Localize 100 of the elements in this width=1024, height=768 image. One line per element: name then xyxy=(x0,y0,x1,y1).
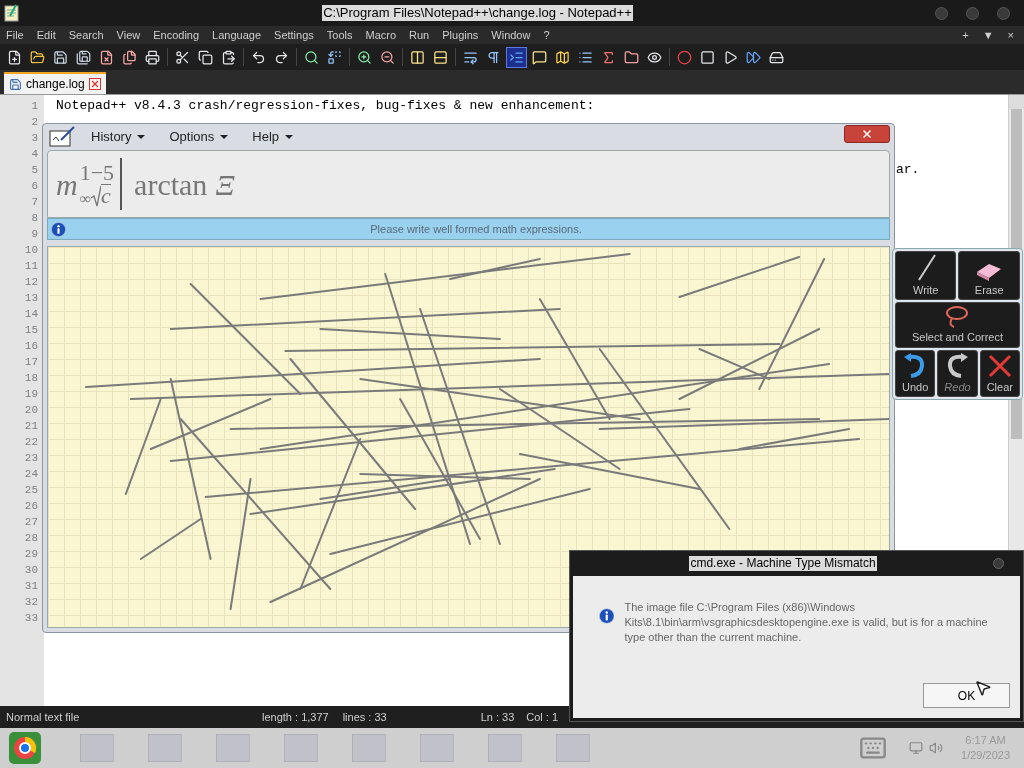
line-number: 15 xyxy=(23,323,39,338)
redo-icon xyxy=(274,49,289,65)
eye-icon xyxy=(647,49,662,65)
close-icon xyxy=(861,128,873,140)
math-variable: m xyxy=(56,166,78,203)
panel-menu[interactable]: History xyxy=(91,127,146,147)
math-superscript: 1−5 xyxy=(79,161,115,184)
files-icon xyxy=(122,49,137,65)
info-icon xyxy=(51,221,66,237)
speech-bubble-icon xyxy=(532,49,547,65)
rows-icon xyxy=(433,49,448,65)
x-mark-icon xyxy=(986,352,1013,379)
pen-tablet-icon xyxy=(49,126,75,148)
menu-control[interactable]: ▼ xyxy=(982,26,994,44)
scissors-icon xyxy=(175,49,190,65)
line-position-status: Ln : 33 xyxy=(480,709,515,725)
line-number: 31 xyxy=(23,579,39,594)
line-number: 12 xyxy=(23,275,39,290)
play-icon xyxy=(723,49,738,65)
line-number: 30 xyxy=(23,563,39,578)
line-number: 5 xyxy=(30,163,39,178)
panel-menu[interactable]: Options xyxy=(169,127,229,147)
printer-icon xyxy=(145,49,160,65)
line-number: 4 xyxy=(30,147,39,162)
radical-sign-icon xyxy=(91,184,102,207)
menu-item[interactable]: Language xyxy=(212,26,262,44)
menu-control[interactable]: × xyxy=(1007,26,1014,44)
undo-icon xyxy=(251,49,266,65)
menu-item[interactable]: Plugins xyxy=(442,26,479,44)
menu-control[interactable]: + xyxy=(962,26,969,44)
save-macro-icon xyxy=(769,49,784,65)
line-number: 3 xyxy=(30,131,39,146)
line-number: 17 xyxy=(23,355,39,370)
tool-button[interactable]: Write xyxy=(895,251,957,301)
line-number: 26 xyxy=(23,499,39,514)
line-number: 7 xyxy=(30,195,39,210)
menu-item[interactable]: Edit xyxy=(36,26,56,44)
columns-icon xyxy=(410,49,425,65)
line-number: 10 xyxy=(23,243,39,258)
length-status: length : 1,377 xyxy=(262,709,329,725)
copy-icon xyxy=(198,49,213,65)
close-button[interactable] xyxy=(993,558,1004,569)
line-number: 8 xyxy=(30,211,39,226)
search-icon xyxy=(304,49,319,65)
indent-icon xyxy=(509,49,524,65)
panel-menu[interactable]: Help xyxy=(252,127,293,147)
tool-button[interactable]: Select and Correct xyxy=(895,302,1020,348)
ok-button[interactable]: OK xyxy=(923,683,1010,708)
tool-button[interactable]: Erase xyxy=(958,251,1020,301)
stop-icon xyxy=(700,49,715,65)
line-number: 33 xyxy=(23,611,39,626)
math-variable: Ξ xyxy=(215,166,235,203)
line-number: 21 xyxy=(23,419,39,434)
window-title: C:\Program Files\Notepad++\change.log - Notepad++ xyxy=(322,5,633,21)
line-number: 16 xyxy=(23,339,39,354)
line-number: 14 xyxy=(23,307,39,322)
folder-icon xyxy=(624,49,639,65)
tool-button[interactable]: Undo xyxy=(895,349,936,397)
code-line: ar. xyxy=(896,162,920,178)
toolbar-button[interactable] xyxy=(506,46,527,68)
file-tab[interactable]: change.log xyxy=(4,72,106,94)
line-number: 28 xyxy=(23,531,39,546)
tab-label: change.log xyxy=(26,76,85,93)
line-number: 32 xyxy=(23,595,39,610)
menu-item[interactable]: Settings xyxy=(274,26,314,44)
line-number: 11 xyxy=(23,259,39,274)
dialog-title: cmd.exe - Machine Type Mismatch xyxy=(689,556,877,571)
line-number: 29 xyxy=(23,547,39,562)
notepad-app-icon xyxy=(4,4,20,22)
redo-arrow-icon xyxy=(945,352,970,379)
menu-item[interactable]: Encoding xyxy=(153,26,200,44)
code-line: Notepad++ v8.4.3 crash/regression-fixes, bug-fixes & new enhancement: xyxy=(56,98,595,114)
mouse-cursor-icon xyxy=(974,679,992,697)
close-icon[interactable] xyxy=(88,78,101,90)
menu-item[interactable]: Tools xyxy=(326,26,353,44)
menu-item[interactable]: File xyxy=(6,26,24,44)
line-number: 20 xyxy=(23,403,39,418)
line-number: 23 xyxy=(23,451,39,466)
lasso-icon xyxy=(944,305,971,330)
wrap-text-icon xyxy=(463,49,478,65)
line-number: 22 xyxy=(23,435,39,450)
menu-item[interactable]: View xyxy=(116,26,141,44)
info-message: Please write well formed math expressions. xyxy=(369,221,583,237)
menu-item[interactable]: Search xyxy=(68,26,104,44)
stacked-floppy-icon xyxy=(76,49,91,65)
menu-item[interactable]: Macro xyxy=(365,26,397,44)
line-number: 19 xyxy=(23,387,39,402)
clipboard-icon xyxy=(221,49,236,65)
menu-item[interactable]: Run xyxy=(409,26,430,44)
menu-item[interactable]: ? xyxy=(543,26,550,44)
map-icon xyxy=(555,49,570,65)
fast-forward-icon xyxy=(746,49,761,65)
math-subscript: ∞ xyxy=(79,190,92,207)
folder-icon xyxy=(30,49,45,65)
line-number: 24 xyxy=(23,467,39,482)
line-number: 2 xyxy=(30,115,39,130)
close-button[interactable] xyxy=(844,125,890,143)
round-app-icon[interactable] xyxy=(8,731,42,765)
tool-button[interactable]: Clear xyxy=(979,349,1020,397)
menu-item[interactable]: Window xyxy=(491,26,531,44)
